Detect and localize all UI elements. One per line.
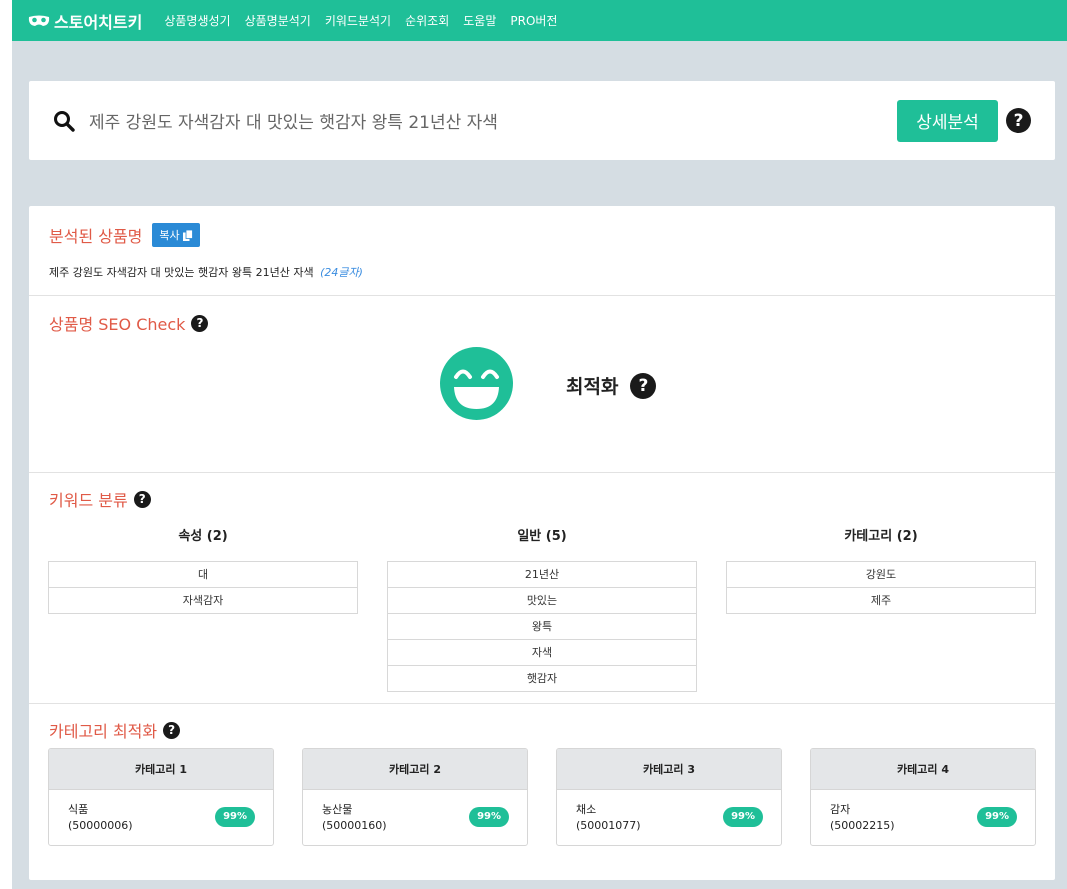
seo-status-row: 최적화 ? bbox=[566, 372, 657, 399]
left-edge bbox=[0, 0, 12, 889]
keyword-item[interactable]: 제주 bbox=[727, 588, 1035, 614]
analyzed-name-title-row: 분석된 상품명 복사 bbox=[49, 223, 200, 247]
category-box-body: 채소 (50001077) 99% bbox=[557, 790, 781, 845]
mask-icon bbox=[28, 15, 50, 26]
nav-item-keyword-analyzer[interactable]: 키워드분석기 bbox=[325, 12, 391, 29]
category-title-row: 카테고리 최적화 ? bbox=[49, 718, 181, 742]
keyword-item[interactable]: 왕특 bbox=[388, 614, 696, 640]
brand-name: 스토어치트키 bbox=[54, 12, 143, 32]
search-icon bbox=[54, 110, 75, 132]
keyword-column-header: 카테고리 (2) bbox=[844, 529, 918, 544]
category-box-body: 감자 (50002215) 99% bbox=[811, 790, 1035, 845]
keyword-column-general: 일반 (5) 21년산 맛있는 왕특 자색 햇감자 bbox=[387, 525, 697, 692]
keyword-column-header: 일반 (5) bbox=[517, 529, 567, 544]
seo-check-title-row: 상품명 SEO Check ? bbox=[49, 311, 209, 335]
detail-analysis-button[interactable]: 상세분석 bbox=[897, 99, 998, 142]
keyword-title-row: 키워드 분류 ? bbox=[49, 487, 151, 511]
keyword-column-attribute: 속성 (2) 대 자색감자 bbox=[48, 525, 358, 614]
analyzed-product-line: 제주 강원도 자색감자 대 맛있는 햇감자 왕특 21년산 자색 (24글자) bbox=[49, 264, 363, 280]
keyword-item[interactable]: 자색감자 bbox=[49, 588, 357, 614]
category-box-4: 카테고리 4 감자 (50002215) 99% bbox=[810, 748, 1036, 846]
category-box-header: 카테고리 4 bbox=[811, 749, 1035, 790]
search-card: 상세분석 ? bbox=[29, 81, 1055, 160]
keyword-column-header: 속성 (2) bbox=[178, 529, 228, 544]
category-box-2: 카테고리 2 농산물 (50000160) 99% bbox=[302, 748, 528, 846]
category-percent-badge: 99% bbox=[469, 807, 509, 827]
keyword-list: 대 자색감자 bbox=[48, 561, 358, 614]
category-percent-badge: 99% bbox=[215, 807, 255, 827]
category-box-body: 농산물 (50000160) 99% bbox=[303, 790, 527, 845]
category-box-1: 카테고리 1 식품 (50000006) 99% bbox=[48, 748, 274, 846]
brand-logo[interactable]: 스토어치트키 bbox=[28, 9, 142, 33]
category-box-body: 식품 (50000006) 99% bbox=[49, 790, 273, 845]
keyword-column-category: 카테고리 (2) 강원도 제주 bbox=[726, 525, 1036, 614]
search-input[interactable] bbox=[89, 100, 897, 141]
help-icon[interactable]: ? bbox=[630, 372, 657, 399]
keyword-list: 강원도 제주 bbox=[726, 561, 1036, 614]
keyword-item[interactable]: 자색 bbox=[388, 640, 696, 666]
help-icon[interactable]: ? bbox=[191, 314, 209, 332]
category-percent-badge: 99% bbox=[977, 807, 1017, 827]
smiley-icon bbox=[440, 347, 513, 420]
category-box-3: 카테고리 3 채소 (50001077) 99% bbox=[556, 748, 782, 846]
analysis-card: 분석된 상품명 복사 제주 강원도 자색감자 대 맛있는 햇감자 왕특 21년산… bbox=[29, 206, 1055, 880]
nav-item-name-analyzer[interactable]: 상품명분석기 bbox=[245, 12, 311, 29]
keyword-item[interactable]: 대 bbox=[49, 562, 357, 588]
keyword-title: 키워드 분류 bbox=[49, 491, 128, 510]
category-percent-badge: 99% bbox=[723, 807, 763, 827]
seo-status: 최적화 bbox=[566, 376, 619, 398]
analyzed-name-title: 분석된 상품명 bbox=[49, 227, 143, 246]
help-icon[interactable]: ? bbox=[163, 721, 181, 739]
char-count: (24글자) bbox=[320, 266, 363, 279]
nav-item-name-generator[interactable]: 상품명생성기 bbox=[164, 12, 230, 29]
nav-item-rank-check[interactable]: 순위조회 bbox=[405, 12, 449, 29]
keyword-list: 21년산 맛있는 왕특 자색 햇감자 bbox=[387, 561, 697, 692]
keyword-item[interactable]: 21년산 bbox=[388, 562, 696, 588]
keyword-item[interactable]: 햇감자 bbox=[388, 666, 696, 692]
top-navbar: 스토어치트키 상품명생성기 상품명분석기 키워드분석기 순위조회 도움말 PRO… bbox=[12, 0, 1067, 41]
nav-item-pro[interactable]: PRO버전 bbox=[510, 12, 557, 29]
category-box-header: 카테고리 1 bbox=[49, 749, 273, 790]
keyword-section: 키워드 분류 ? 속성 (2) 대 자색감자 일반 (5) 21년산 맛있는 왕… bbox=[29, 473, 1055, 704]
help-icon[interactable]: ? bbox=[1006, 108, 1031, 133]
keyword-item[interactable]: 맛있는 bbox=[388, 588, 696, 614]
category-box-header: 카테고리 2 bbox=[303, 749, 527, 790]
seo-check-title: 상품명 SEO Check bbox=[49, 315, 186, 334]
category-section: 카테고리 최적화 ? 카테고리 1 식품 (50000006) 99% 카테고리… bbox=[29, 704, 1055, 880]
seo-check-section: 상품명 SEO Check ? 최적화 ? bbox=[29, 296, 1055, 473]
copy-button-label: 복사 bbox=[159, 229, 180, 242]
category-title: 카테고리 최적화 bbox=[49, 722, 158, 741]
copy-button[interactable]: 복사 bbox=[152, 223, 200, 247]
analyzed-name-section: 분석된 상품명 복사 제주 강원도 자색감자 대 맛있는 햇감자 왕특 21년산… bbox=[29, 206, 1055, 296]
category-box-header: 카테고리 3 bbox=[557, 749, 781, 790]
help-icon[interactable]: ? bbox=[133, 490, 151, 508]
keyword-item[interactable]: 강원도 bbox=[727, 562, 1035, 588]
analyzed-product-name: 제주 강원도 자색감자 대 맛있는 햇감자 왕특 21년산 자색 bbox=[49, 266, 314, 279]
copy-icon bbox=[182, 229, 193, 241]
nav-item-help[interactable]: 도움말 bbox=[463, 12, 496, 29]
